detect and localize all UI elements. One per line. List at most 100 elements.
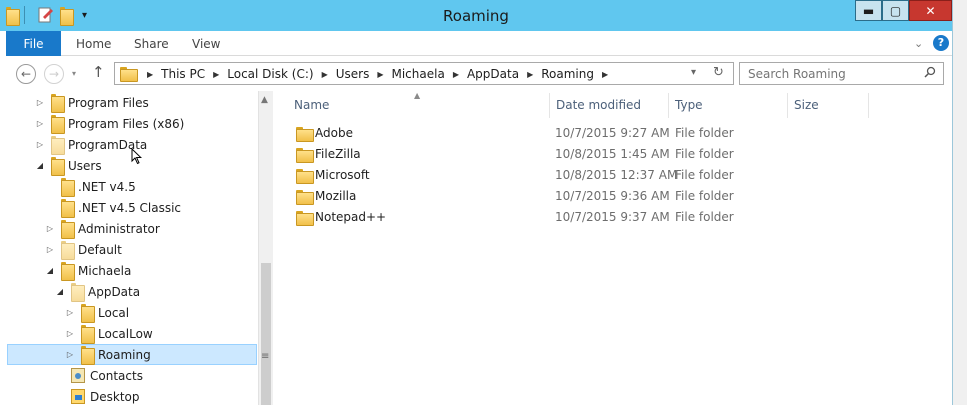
- tab-view[interactable]: View: [192, 37, 220, 51]
- breadcrumb-this-pc[interactable]: This PC: [161, 67, 205, 81]
- breadcrumb-michaela[interactable]: Michaela: [391, 67, 444, 81]
- expand-arrow-icon[interactable]: ▷: [45, 245, 55, 254]
- file-name: FileZilla: [315, 147, 361, 161]
- file-date-modified: 10/7/2015 9:27 AM: [555, 126, 670, 140]
- navigation-pane-scrollbar[interactable]: ▲ ≡: [258, 91, 273, 405]
- tree-item-label: .NET v4.5: [78, 179, 136, 194]
- refresh-icon[interactable]: ↻: [713, 65, 724, 80]
- maximize-button[interactable]: ▢: [882, 0, 909, 21]
- collapse-arrow-icon[interactable]: ◢: [45, 266, 55, 275]
- title-bar: ▾ Roaming ▬ ▢ ✕: [0, 0, 952, 31]
- background-window-edge: [952, 0, 967, 405]
- scrollbar-thumb[interactable]: [261, 263, 271, 405]
- mouse-cursor-icon: [131, 147, 143, 168]
- file-name: Mozilla: [315, 189, 357, 203]
- search-box[interactable]: [739, 62, 944, 85]
- tree-item-administrator[interactable]: ▷ Administrator: [7, 218, 257, 239]
- tree-item-local[interactable]: ▷ Local: [7, 302, 257, 323]
- breadcrumb-chevron-icon[interactable]: ▶: [602, 70, 608, 79]
- folder-icon: [61, 220, 75, 239]
- search-icon[interactable]: [924, 66, 936, 81]
- breadcrumb-chevron-icon[interactable]: ▶: [527, 70, 533, 79]
- desktop-icon: [71, 389, 85, 404]
- tab-share[interactable]: Share: [134, 37, 169, 51]
- expand-ribbon-chevron-icon[interactable]: ⌄: [914, 37, 923, 50]
- collapse-arrow-icon[interactable]: ◢: [35, 161, 45, 170]
- tree-item-label: Desktop: [90, 389, 140, 404]
- file-type: File folder: [675, 147, 734, 161]
- recent-locations-chevron-icon[interactable]: ▾: [72, 69, 76, 78]
- forward-button[interactable]: →: [44, 64, 64, 84]
- file-row-mozilla[interactable]: Mozilla 10/7/2015 9:36 AM File folder: [292, 186, 852, 207]
- tree-item-label: Michaela: [78, 263, 132, 278]
- tab-home[interactable]: Home: [76, 37, 111, 51]
- file-date-modified: 10/8/2015 12:37 AM: [555, 168, 678, 182]
- breadcrumb-appdata[interactable]: AppData: [467, 67, 519, 81]
- file-row-filezilla[interactable]: FileZilla 10/8/2015 1:45 AM File folder: [292, 144, 852, 165]
- expand-arrow-icon[interactable]: ▷: [35, 98, 45, 107]
- file-row-notepad-plus-plus[interactable]: Notepad++ 10/7/2015 9:37 AM File folder: [292, 207, 852, 228]
- folder-icon: [81, 346, 95, 365]
- breadcrumb-local-disk[interactable]: Local Disk (C:): [227, 67, 313, 81]
- breadcrumb-chevron-icon[interactable]: ▶: [453, 70, 459, 79]
- tree-item-label: Program Files: [68, 95, 149, 110]
- expand-arrow-icon[interactable]: ▷: [35, 119, 45, 128]
- folder-icon: [61, 262, 75, 281]
- file-date-modified: 10/7/2015 9:36 AM: [555, 189, 670, 203]
- expand-arrow-icon[interactable]: ▷: [65, 329, 75, 338]
- up-button[interactable]: ↑: [92, 63, 105, 81]
- tree-item-desktop[interactable]: Desktop: [7, 386, 257, 405]
- folder-icon: [296, 190, 314, 205]
- tree-item-appdata[interactable]: ◢ AppData: [7, 281, 257, 302]
- navigation-pane: ▷ Program Files ▷ Program Files (x86) ▷ …: [6, 91, 258, 405]
- collapse-arrow-icon[interactable]: ◢: [55, 287, 65, 296]
- file-name: Microsoft: [315, 168, 370, 182]
- breadcrumb-chevron-icon[interactable]: ▶: [377, 70, 383, 79]
- minimize-button[interactable]: ▬: [855, 0, 882, 21]
- back-button[interactable]: ←: [16, 64, 36, 84]
- column-header-type[interactable]: Type: [669, 93, 788, 118]
- expand-arrow-icon[interactable]: ▷: [65, 350, 75, 359]
- contacts-icon: [71, 368, 85, 383]
- address-bar[interactable]: ▶ This PC ▶ Local Disk (C:) ▶ Users ▶ Mi…: [114, 62, 734, 85]
- tree-item-locallow[interactable]: ▷ LocalLow: [7, 323, 257, 344]
- breadcrumb-roaming[interactable]: Roaming: [541, 67, 594, 81]
- breadcrumb-users[interactable]: Users: [336, 67, 370, 81]
- file-row-adobe[interactable]: Adobe 10/7/2015 9:27 AM File folder: [292, 123, 852, 144]
- expand-arrow-icon[interactable]: ▷: [45, 224, 55, 233]
- column-header-size[interactable]: Size: [788, 93, 869, 118]
- scroll-up-icon[interactable]: ▲: [261, 95, 268, 105]
- tree-item-label: .NET v4.5 Classic: [78, 200, 182, 215]
- expand-arrow-icon[interactable]: ▷: [65, 308, 75, 317]
- breadcrumb: ▶ This PC ▶ Local Disk (C:) ▶ Users ▶ Mi…: [139, 67, 616, 81]
- breadcrumb-chevron-icon[interactable]: ▶: [147, 70, 153, 79]
- help-icon[interactable]: ?: [933, 35, 949, 51]
- file-type: File folder: [675, 168, 734, 182]
- file-row-microsoft[interactable]: Microsoft 10/8/2015 12:37 AM File folder: [292, 165, 852, 186]
- column-header-name[interactable]: Name: [288, 93, 550, 118]
- tab-file[interactable]: File: [6, 31, 61, 56]
- file-date-modified: 10/8/2015 1:45 AM: [555, 147, 670, 161]
- folder-icon: [296, 211, 314, 226]
- close-button[interactable]: ✕: [909, 0, 952, 21]
- folder-icon: [81, 304, 95, 323]
- folder-icon: [61, 178, 75, 197]
- tree-item-label: Roaming: [98, 347, 151, 362]
- column-header-date-modified[interactable]: Date modified: [550, 93, 669, 118]
- address-dropdown-icon[interactable]: ▾: [691, 67, 696, 78]
- file-type: File folder: [675, 126, 734, 140]
- tree-item-net-v45-classic[interactable]: .NET v4.5 Classic: [7, 197, 257, 218]
- expand-arrow-icon[interactable]: ▷: [35, 140, 45, 149]
- tree-item-michaela[interactable]: ◢ Michaela: [7, 260, 257, 281]
- search-input[interactable]: [740, 63, 920, 84]
- file-list: ▲ Name Date modified Type Size Adobe 10/…: [274, 91, 952, 405]
- tree-item-roaming[interactable]: ▷ Roaming: [7, 344, 257, 365]
- tree-item-label: Contacts: [90, 368, 143, 383]
- breadcrumb-chevron-icon[interactable]: ▶: [322, 70, 328, 79]
- tree-item-net-v45[interactable]: .NET v4.5: [7, 176, 257, 197]
- breadcrumb-chevron-icon[interactable]: ▶: [213, 70, 219, 79]
- tree-item-program-files-x86[interactable]: ▷ Program Files (x86): [7, 113, 257, 134]
- tree-item-default[interactable]: ▷ Default: [7, 239, 257, 260]
- tree-item-program-files[interactable]: ▷ Program Files: [7, 92, 257, 113]
- tree-item-contacts[interactable]: Contacts: [7, 365, 257, 386]
